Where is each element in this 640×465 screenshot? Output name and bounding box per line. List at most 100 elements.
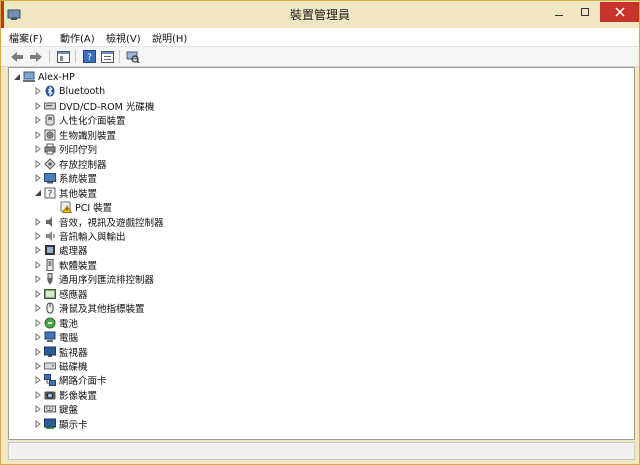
show-hidden-icon (100, 50, 114, 63)
expand-arrow-icon[interactable] (33, 316, 42, 330)
tree-category[interactable]: ? 其他裝置 (33, 186, 97, 200)
tree-item-label: 網路介面卡 (59, 376, 107, 388)
expand-arrow-icon[interactable] (33, 157, 42, 171)
tree-category[interactable]: 電池 (33, 316, 78, 330)
tree-category[interactable]: 音效，視訊及遊戲控制器 (33, 215, 164, 229)
tree-item-label: PCI 裝置 (75, 203, 113, 215)
close-button[interactable] (600, 2, 639, 22)
tree-device[interactable]: PCI 裝置 (49, 200, 112, 214)
menu-action[interactable]: 動作(A) (60, 30, 95, 45)
expand-arrow-icon[interactable] (33, 359, 42, 373)
collapse-arrow-icon[interactable] (12, 70, 21, 84)
camera-icon (44, 389, 56, 401)
expand-arrow-icon[interactable] (33, 84, 42, 98)
tree-item-label: 磁碟機 (59, 362, 88, 373)
keyboard-icon (44, 403, 56, 415)
disk-drive-icon (44, 360, 56, 372)
tree-item-label: 其他裝置 (59, 188, 98, 200)
expand-arrow-icon[interactable] (33, 243, 42, 257)
tree-category[interactable]: 鍵盤 (33, 402, 78, 416)
tree-category[interactable]: 軟體裝置 (33, 258, 97, 272)
tree-item-label: 電腦 (59, 333, 79, 345)
expand-arrow-icon[interactable] (33, 142, 42, 156)
menu-view[interactable]: 檢視(V) (106, 30, 141, 45)
expand-arrow-icon[interactable] (33, 128, 42, 142)
unknown-device-icon: ? (44, 187, 56, 199)
scan-hardware-icon (126, 51, 140, 63)
collapse-arrow-icon[interactable] (33, 186, 42, 200)
expand-arrow-icon[interactable] (33, 301, 42, 315)
tree-item-label: 存放控制器 (59, 159, 107, 171)
tree-item-label: 音效，視訊及遊戲控制器 (59, 217, 164, 229)
tree-item-label: 影像裝置 (59, 390, 98, 402)
expand-arrow-icon[interactable] (33, 345, 42, 359)
tree-category[interactable]: Bluetooth (33, 84, 105, 98)
menu-file[interactable]: 檔案(F) (9, 30, 43, 45)
tree-item-label: 顯示卡 (59, 419, 88, 431)
forward-button[interactable] (28, 49, 44, 64)
help-button[interactable]: ? (81, 49, 97, 64)
tree-category[interactable]: 影像裝置 (33, 388, 97, 402)
tree-category[interactable]: 滑鼠及其他指標裝置 (33, 301, 145, 315)
tree-item-label: 監視器 (59, 347, 88, 359)
maximize-button[interactable] (572, 2, 598, 22)
display-adapter-icon (44, 418, 56, 430)
expand-arrow-icon[interactable] (33, 417, 42, 431)
tree-category[interactable]: DVD/CD-ROM 光碟機 (33, 99, 154, 113)
expand-arrow-icon[interactable] (33, 402, 42, 416)
expand-arrow-icon[interactable] (33, 258, 42, 272)
tree-category[interactable]: 磁碟機 (33, 359, 88, 373)
expand-arrow-icon[interactable] (33, 388, 42, 402)
expand-arrow-icon[interactable] (33, 215, 42, 229)
hid-icon (44, 114, 56, 126)
tree-category[interactable]: 通用序列匯流排控制器 (33, 272, 154, 286)
back-icon (11, 51, 23, 62)
warning-device-icon (60, 201, 72, 213)
properties-button[interactable] (55, 49, 71, 64)
tree-category[interactable]: 網路介面卡 (33, 373, 107, 387)
tree-item-label: 音訊輸入與輸出 (59, 231, 126, 243)
back-button[interactable] (9, 49, 25, 64)
tree-category[interactable]: 音訊輸入與輸出 (33, 229, 126, 243)
forward-icon (30, 51, 42, 62)
expand-arrow-icon[interactable] (33, 171, 42, 185)
toolbar-separator (75, 50, 76, 63)
tree-category[interactable]: 存放控制器 (33, 157, 107, 171)
tree-category[interactable]: 顯示卡 (33, 417, 88, 431)
expand-arrow-icon[interactable] (33, 287, 42, 301)
help-icon: ? (82, 50, 96, 63)
device-tree[interactable]: Alex-HP Bluetooth DVD/CD-ROM 光碟機 人性化介面裝置生物識… (8, 67, 635, 440)
title-bar[interactable]: 裝置管理員 (1, 1, 639, 28)
scan-hardware-button[interactable] (125, 49, 141, 64)
audio-io-icon (44, 230, 56, 242)
expand-arrow-icon[interactable] (33, 229, 42, 243)
menu-help[interactable]: 說明(H) (152, 30, 187, 45)
device-manager-window: 裝置管理員 檔案(F) 動作(A) 檢視(V) 說明(H) ? Alex-HP … (0, 0, 640, 465)
tree-item-label: DVD/CD-ROM 光碟機 (59, 101, 155, 113)
dvd-drive-icon (44, 100, 56, 112)
tree-category[interactable]: 系統裝置 (33, 171, 97, 185)
expand-arrow-icon[interactable] (33, 330, 42, 344)
toolbar-separator (119, 50, 120, 63)
tree-category[interactable]: 監視器 (33, 345, 88, 359)
computer-root-icon (23, 71, 35, 83)
tree-category[interactable]: 列印佇列 (33, 142, 97, 156)
fingerprint-icon (44, 129, 56, 141)
tree-item-label: 電池 (59, 318, 79, 330)
tree-root-computer[interactable]: Alex-HP (12, 70, 75, 84)
processor-icon (44, 244, 56, 256)
expand-arrow-icon[interactable] (33, 113, 42, 127)
storage-controller-icon (44, 157, 56, 170)
monitor-icon (44, 346, 56, 358)
tree-category[interactable]: 處理器 (33, 243, 88, 257)
expand-arrow-icon[interactable] (33, 373, 42, 387)
tree-category[interactable]: 電腦 (33, 330, 78, 344)
tree-category[interactable]: 人性化介面裝置 (33, 113, 126, 127)
show-hidden-button[interactable] (99, 49, 115, 64)
tree-category[interactable]: 感應器 (33, 287, 88, 301)
minimize-button[interactable] (546, 2, 572, 22)
expand-arrow-icon[interactable] (33, 99, 42, 113)
tree-category[interactable]: 生物識別裝置 (33, 128, 116, 142)
expand-arrow-icon[interactable] (33, 272, 42, 286)
tree-item-label: 生物識別裝置 (59, 130, 117, 142)
